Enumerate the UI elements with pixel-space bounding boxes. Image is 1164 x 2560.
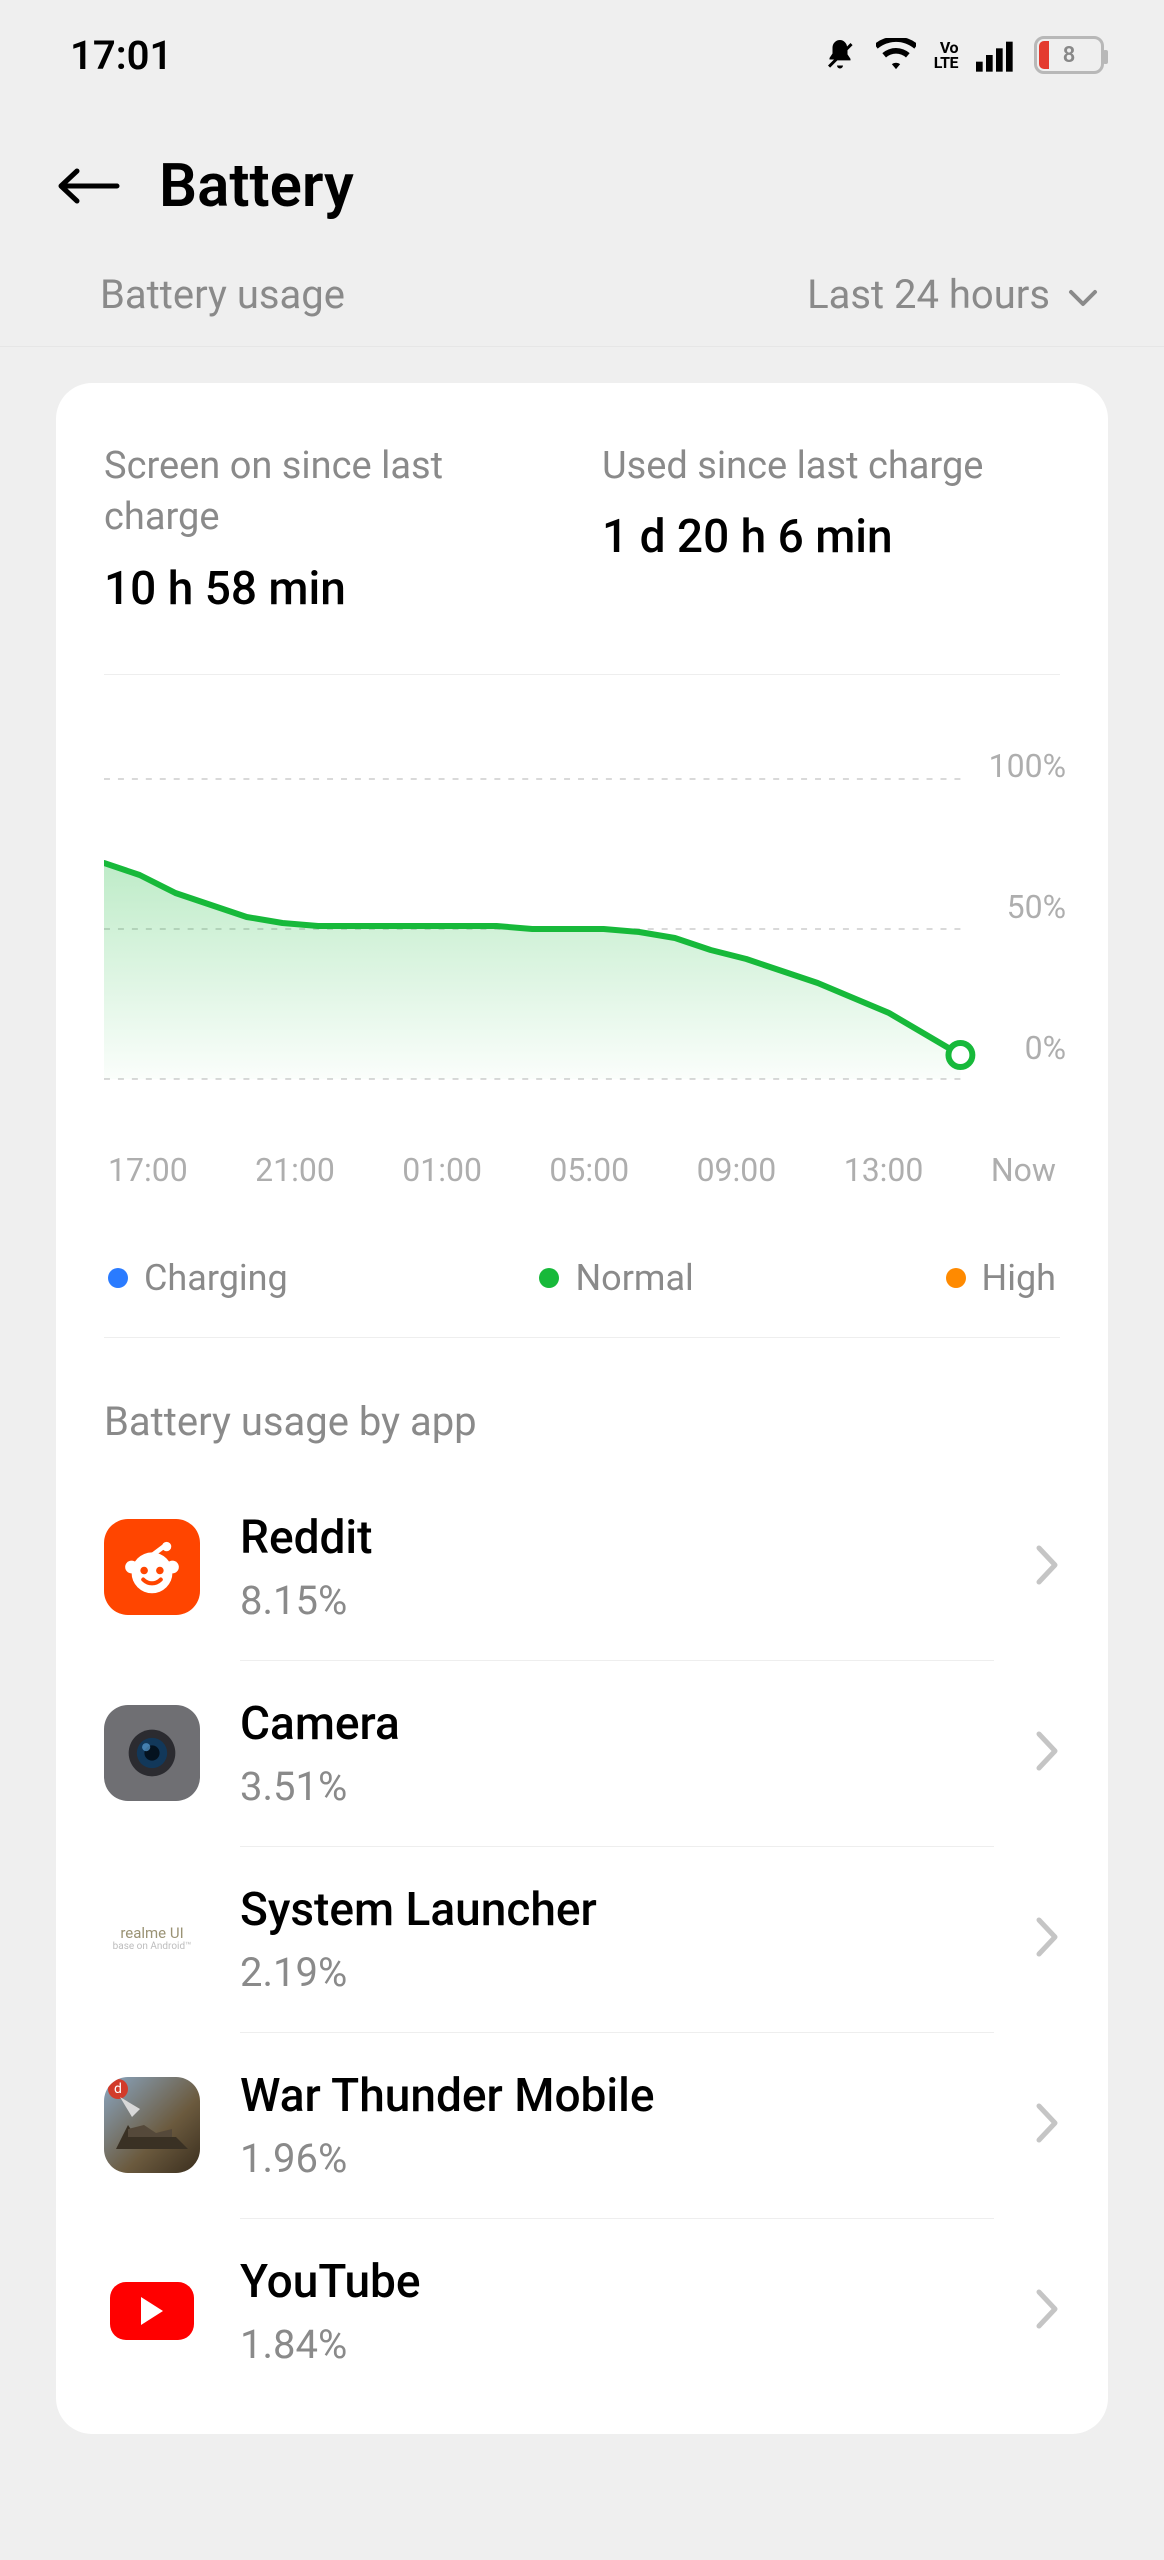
battery-usage-section-header: Battery usage Last 24 hours (0, 271, 1164, 347)
legend-charging: Charging (108, 1257, 288, 1299)
stat-value: 1 d 20 h 6 min (602, 510, 1060, 564)
stat-label: Screen on since last charge (104, 441, 562, 544)
wifi-icon (876, 38, 916, 72)
battery-chart: 100% 50% 0% 17:00 21:00 01:00 05:00 09:0… (104, 679, 1060, 1189)
app-name: Camera (240, 1697, 994, 1751)
app-row-system-launcher[interactable]: realme UI base on Android™ System Launch… (104, 1846, 1060, 2032)
app-percent: 3.51% (240, 1763, 994, 1810)
chart-legend: Charging Normal High (104, 1257, 1060, 1327)
legend-high: High (946, 1257, 1056, 1299)
signal-icon (976, 38, 1016, 72)
reddit-icon (104, 1519, 200, 1615)
time-range-dropdown[interactable]: Last 24 hours (807, 271, 1098, 318)
app-name: War Thunder Mobile (240, 2069, 994, 2123)
stats-row: Screen on since last charge 10 h 58 min … (104, 441, 1060, 616)
status-icons: VoLTE 8 (822, 36, 1104, 74)
dot-icon (946, 1268, 966, 1288)
dot-icon (539, 1268, 559, 1288)
app-name: System Launcher (240, 1883, 994, 1937)
app-name: Reddit (240, 1511, 994, 1565)
chevron-right-icon (1034, 1916, 1060, 1962)
page-title: Battery (159, 150, 354, 221)
mute-icon (822, 37, 858, 73)
legend-normal: Normal (539, 1257, 693, 1299)
chevron-right-icon (1034, 1730, 1060, 1776)
stat-value: 10 h 58 min (104, 562, 562, 616)
app-percent: 2.19% (240, 1949, 994, 1996)
status-time: 17:01 (70, 32, 172, 79)
back-button[interactable] (55, 164, 123, 208)
stat-label: Used since last charge (602, 441, 1060, 492)
battery-percent: 8 (1037, 43, 1101, 68)
chevron-right-icon (1034, 2288, 1060, 2334)
app-list: Reddit 8.15% Camera 3.51% realme UI base (104, 1475, 1060, 2404)
app-row-war-thunder[interactable]: d War Thunder Mobile 1.96% (104, 2032, 1060, 2218)
volte-icon: VoLTE (934, 40, 958, 70)
dot-icon (108, 1268, 128, 1288)
by-app-title: Battery usage by app (104, 1398, 1060, 1445)
app-percent: 1.96% (240, 2135, 994, 2182)
time-range-value: Last 24 hours (807, 271, 1050, 318)
chevron-right-icon (1034, 2102, 1060, 2148)
chart-y-axis: 100% 50% 0% (989, 747, 1066, 1067)
status-bar: 17:01 VoLTE 8 (0, 0, 1164, 100)
chart-x-axis: 17:00 21:00 01:00 05:00 09:00 13:00 Now (104, 1151, 1060, 1189)
realme-ui-icon: realme UI base on Android™ (104, 1891, 200, 1987)
app-row-youtube[interactable]: YouTube 1.84% (104, 2218, 1060, 2404)
battery-icon: 8 (1034, 36, 1104, 74)
app-name: YouTube (240, 2255, 994, 2309)
section-label: Battery usage (100, 271, 345, 318)
app-percent: 1.84% (240, 2321, 994, 2368)
app-percent: 8.15% (240, 1577, 994, 1624)
page-header: Battery (0, 100, 1164, 291)
camera-icon (104, 1705, 200, 1801)
chevron-down-icon (1068, 271, 1098, 318)
battery-chart-svg (104, 679, 1060, 1139)
app-row-reddit[interactable]: Reddit 8.15% (104, 1475, 1060, 1660)
app-row-camera[interactable]: Camera 3.51% (104, 1660, 1060, 1846)
stat-screen-on: Screen on since last charge 10 h 58 min (104, 441, 562, 616)
battery-card: Screen on since last charge 10 h 58 min … (56, 383, 1108, 2434)
youtube-icon (104, 2263, 200, 2359)
stat-used-since: Used since last charge 1 d 20 h 6 min (602, 441, 1060, 616)
war-thunder-icon: d (104, 2077, 200, 2173)
chevron-right-icon (1034, 1544, 1060, 1590)
